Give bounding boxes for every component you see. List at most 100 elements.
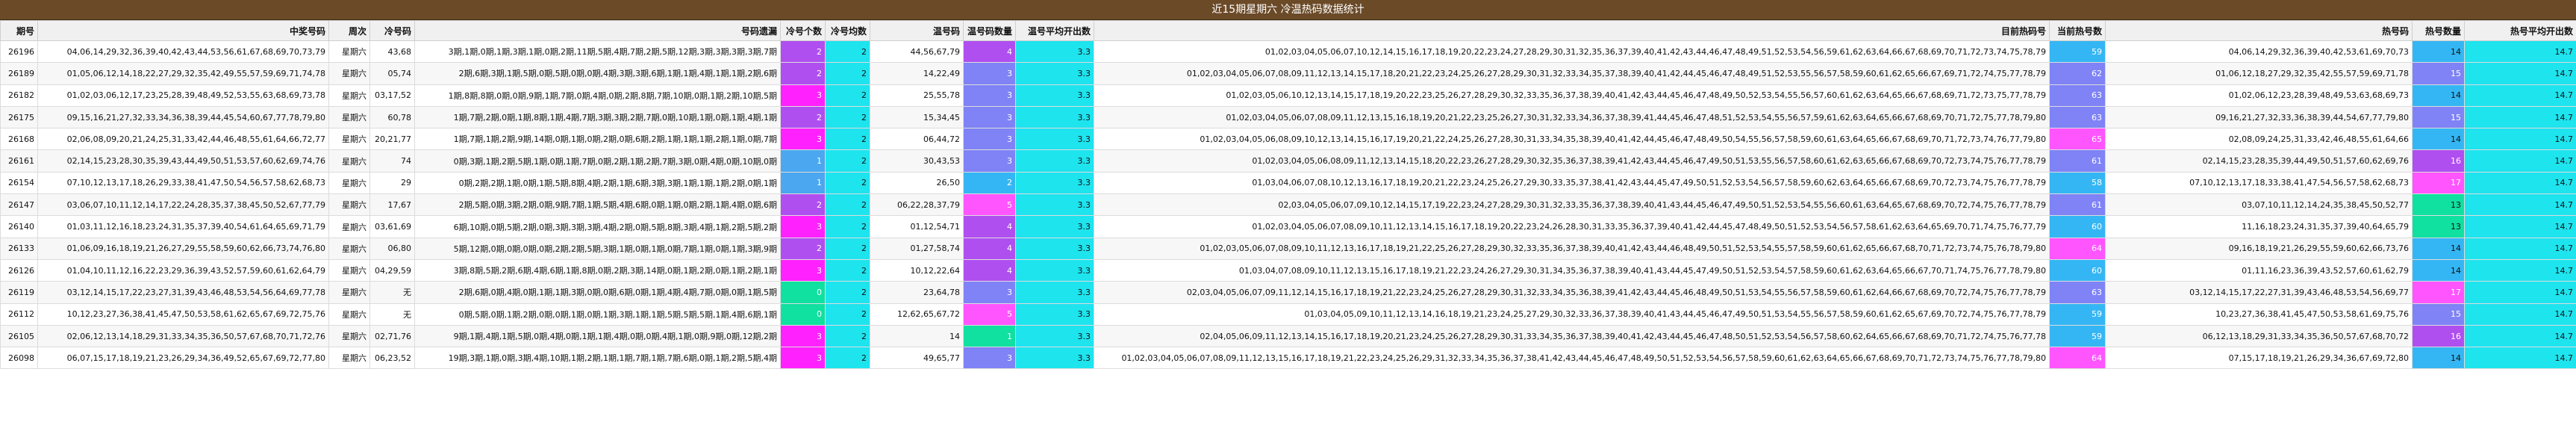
current-hot-count-cell: 60: [2049, 215, 2106, 238]
weekday-cell: 星期六: [328, 215, 370, 238]
winning-numbers-cell: 02,06,08,09,20,21,24,25,31,33,42,44,46,4…: [37, 128, 329, 151]
column-header: 热号码: [2105, 20, 2413, 41]
cold-count-cell: 2: [780, 193, 826, 217]
stats-table: 期号 中奖号码 周次 冷号码 号码遗漏 冷号个数 冷号均数 温号码 温号码数量 温号平均开出数 目前…: [0, 20, 2576, 370]
table-row: 26168 02,06,08,09,20,21,24,25,31,33,42,44…: [0, 128, 2576, 151]
current-hot-numbers-cell: 01,02,03,04,05,06,07,08,09,11,12,13,14,1…: [1094, 62, 2050, 85]
issue-cell: 26175: [0, 105, 38, 129]
weekday-cell: 星期六: [328, 258, 370, 282]
column-header: 温号平均开出数: [1015, 20, 1094, 41]
current-hot-count-cell: 61: [2049, 193, 2106, 217]
cold-count-cell: 2: [780, 62, 826, 85]
column-header: 热号平均开出数: [2464, 20, 2576, 41]
cold-average-cell: 2: [825, 193, 870, 217]
cold-numbers-cell: 03,61,69: [369, 215, 415, 238]
winning-numbers-cell: 06,07,15,17,18,19,21,23,26,29,34,36,49,5…: [37, 347, 329, 370]
hot-average-cell: 14.7: [2464, 62, 2576, 85]
warm-average-cell: 3.3: [1015, 347, 1094, 370]
warm-average-cell: 3.3: [1015, 149, 1094, 173]
current-hot-count-cell: 60: [2049, 258, 2106, 282]
hot-average-cell: 14.7: [2464, 303, 2576, 326]
column-header: 冷号码: [369, 20, 415, 41]
warm-count-cell: 3: [963, 62, 1016, 85]
current-hot-numbers-cell: 01,02,03,04,05,06,07,08,09,10,11,12,13,1…: [1094, 215, 2050, 238]
warm-average-cell: 3.3: [1015, 171, 1094, 195]
winning-numbers-cell: 03,12,14,15,17,22,23,27,31,39,43,46,48,5…: [37, 281, 329, 304]
issue-cell: 26154: [0, 171, 38, 195]
warm-average-cell: 3.3: [1015, 128, 1094, 151]
hot-average-cell: 14.7: [2464, 171, 2576, 195]
miss-periods-cell: 3期,1期,0期,1期,3期,1期,0期,2期,11期,5期,4期,7期,2期,…: [414, 40, 781, 63]
winning-numbers-cell: 10,12,23,27,36,38,41,45,47,50,53,58,61,6…: [37, 303, 329, 326]
hot-numbers-cell: 09,16,18,19,21,26,29,55,59,60,62,66,73,7…: [2105, 237, 2413, 260]
hot-count-cell: 14: [2412, 258, 2465, 282]
cold-average-cell: 2: [825, 347, 870, 370]
hot-numbers-cell: 06,12,13,18,29,31,33,34,35,36,50,57,67,6…: [2105, 324, 2413, 348]
cold-numbers-cell: 无: [369, 303, 415, 326]
issue-cell: 26105: [0, 324, 38, 348]
cold-average-cell: 2: [825, 215, 870, 238]
column-header: 温号码数量: [963, 20, 1016, 41]
issue-cell: 26133: [0, 237, 38, 260]
cold-numbers-cell: 20,21,77: [369, 128, 415, 151]
hot-count-cell: 15: [2412, 105, 2465, 129]
hot-count-cell: 15: [2412, 62, 2465, 85]
warm-average-cell: 3.3: [1015, 237, 1094, 260]
warm-count-cell: 5: [963, 193, 1016, 217]
table-row: 26119 03,12,14,15,17,22,23,27,31,39,43,46…: [0, 281, 2576, 304]
cold-count-cell: 1: [780, 171, 826, 195]
warm-average-cell: 3.3: [1015, 40, 1094, 63]
table-row: 26105 02,06,12,13,14,18,29,31,33,34,35,36…: [0, 324, 2576, 348]
winning-numbers-cell: 04,06,14,29,32,36,39,40,42,43,44,53,56,6…: [37, 40, 329, 63]
hot-count-cell: 16: [2412, 149, 2465, 173]
weekday-cell: 星期六: [328, 128, 370, 151]
cold-count-cell: 3: [780, 84, 826, 107]
current-hot-count-cell: 64: [2049, 237, 2106, 260]
winning-numbers-cell: 01,02,03,06,12,17,23,25,28,39,48,49,52,5…: [37, 84, 329, 107]
hot-numbers-cell: 01,06,12,18,27,29,32,35,42,55,57,59,69,7…: [2105, 62, 2413, 85]
warm-average-cell: 3.3: [1015, 62, 1094, 85]
hot-average-cell: 14.7: [2464, 347, 2576, 370]
warm-numbers-cell: 30,43,53: [870, 149, 964, 173]
weekday-cell: 星期六: [328, 237, 370, 260]
cold-count-cell: 3: [780, 128, 826, 151]
hot-average-cell: 14.7: [2464, 149, 2576, 173]
warm-average-cell: 3.3: [1015, 281, 1094, 304]
hot-average-cell: 14.7: [2464, 193, 2576, 217]
current-hot-count-cell: 63: [2049, 281, 2106, 304]
table-row: 26189 01,05,06,12,14,18,22,27,29,32,35,42…: [0, 62, 2576, 85]
warm-count-cell: 3: [963, 84, 1016, 107]
hot-numbers-cell: 04,06,14,29,32,36,39,40,42,53,61,69,70,7…: [2105, 40, 2413, 63]
warm-count-cell: 3: [963, 281, 1016, 304]
issue-cell: 26168: [0, 128, 38, 151]
warm-numbers-cell: 23,64,78: [870, 281, 964, 304]
hot-numbers-cell: 01,11,16,23,36,39,43,52,57,60,61,62,79: [2105, 258, 2413, 282]
warm-average-cell: 3.3: [1015, 303, 1094, 326]
warm-average-cell: 3.3: [1015, 84, 1094, 107]
issue-cell: 26119: [0, 281, 38, 304]
winning-numbers-cell: 07,10,12,13,17,18,26,29,33,38,41,47,50,5…: [37, 171, 329, 195]
cold-average-cell: 2: [825, 303, 870, 326]
current-hot-count-cell: 63: [2049, 105, 2106, 129]
weekday-cell: 星期六: [328, 105, 370, 129]
cold-average-cell: 2: [825, 237, 870, 260]
weekday-cell: 星期六: [328, 303, 370, 326]
table-body: 26196 04,06,14,29,32,36,39,40,42,43,44,53…: [0, 40, 2576, 370]
warm-count-cell: 3: [963, 128, 1016, 151]
hot-count-cell: 15: [2412, 303, 2465, 326]
cold-average-cell: 2: [825, 62, 870, 85]
column-header: 周次: [328, 20, 370, 41]
current-hot-count-cell: 63: [2049, 84, 2106, 107]
cold-count-cell: 3: [780, 258, 826, 282]
current-hot-numbers-cell: 01,02,03,04,05,06,08,09,11,12,13,14,15,1…: [1094, 149, 2050, 173]
winning-numbers-cell: 03,06,07,10,11,12,14,17,22,24,28,35,37,3…: [37, 193, 329, 217]
table-row: 26182 01,02,03,06,12,17,23,25,28,39,48,49…: [0, 84, 2576, 107]
cold-average-cell: 2: [825, 84, 870, 107]
miss-periods-cell: 0期,2期,2期,1期,0期,1期,5期,8期,4期,2期,1期,6期,3期,3…: [414, 171, 781, 195]
cold-numbers-cell: 43,68: [369, 40, 415, 63]
cold-average-cell: 2: [825, 281, 870, 304]
warm-average-cell: 3.3: [1015, 193, 1094, 217]
cold-numbers-cell: 60,78: [369, 105, 415, 129]
hot-average-cell: 14.7: [2464, 324, 2576, 348]
warm-numbers-cell: 06,22,28,37,79: [870, 193, 964, 217]
